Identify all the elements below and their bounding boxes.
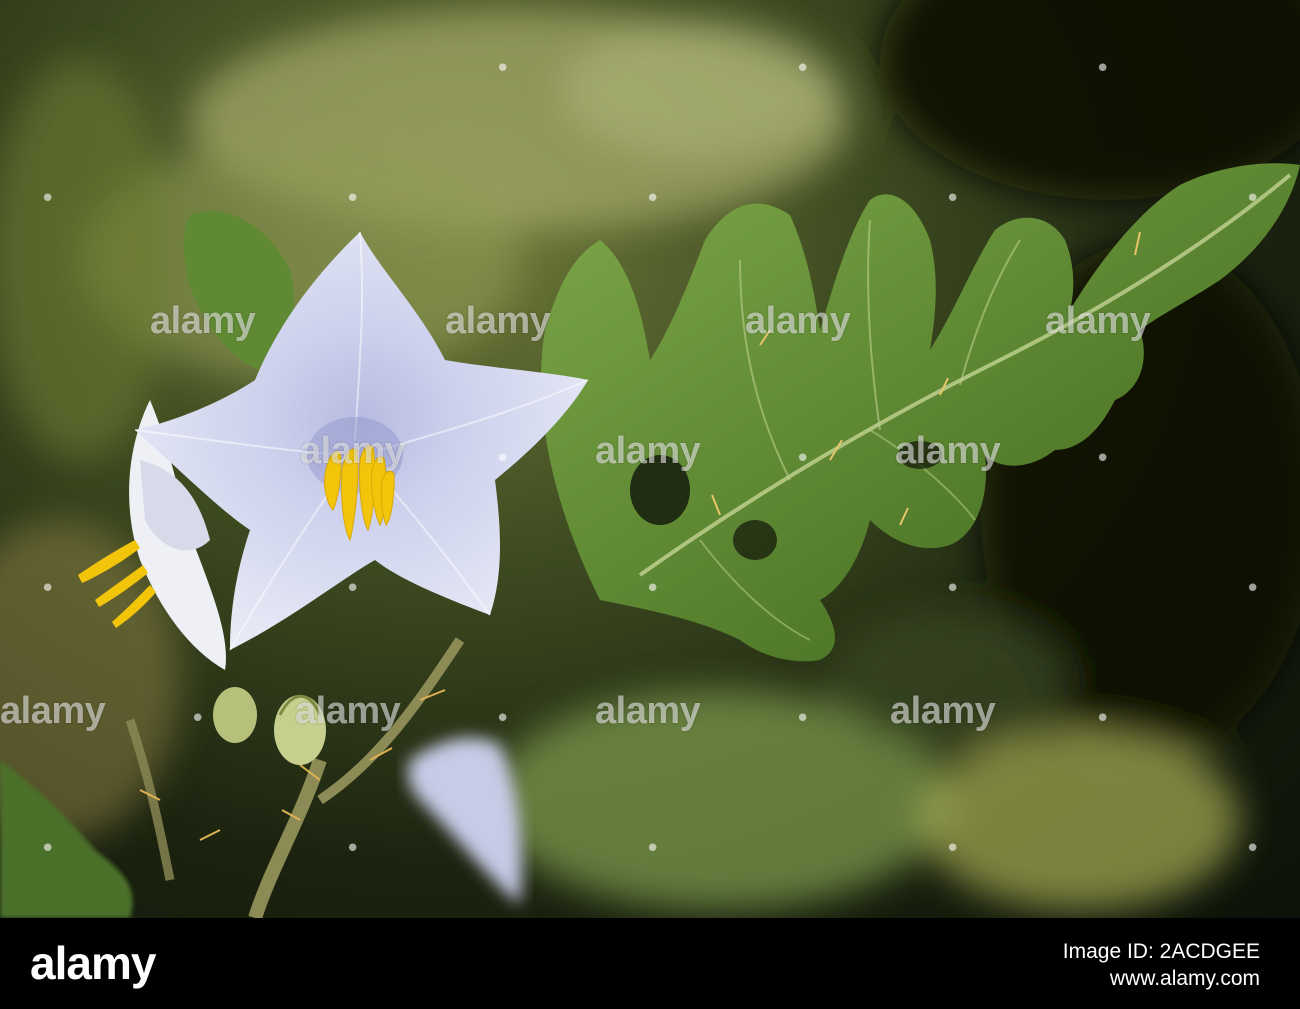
- watermark-dot: •: [345, 834, 361, 864]
- watermark-dot: •: [795, 704, 811, 734]
- footer-logo: alamy: [30, 937, 156, 989]
- watermark-dot: •: [945, 574, 961, 604]
- watermark-text: alamy: [295, 690, 401, 732]
- watermark-text: alamy: [1045, 300, 1151, 342]
- footer-image-info: Image ID: 2ACDGEE www.alamy.com: [1063, 938, 1260, 992]
- watermark-dot: •: [1245, 574, 1261, 604]
- watermark-dot: •: [1245, 834, 1261, 864]
- watermark-dot: •: [1095, 54, 1111, 84]
- watermark-dot: •: [495, 54, 511, 84]
- watermark-text: alamy: [150, 300, 256, 342]
- watermark-dot: •: [40, 184, 56, 214]
- watermark-dot: •: [40, 834, 56, 864]
- watermark-dot: •: [945, 834, 961, 864]
- watermark-dot: •: [495, 444, 511, 474]
- watermark-dot: •: [495, 704, 511, 734]
- watermark-dot: •: [345, 184, 361, 214]
- watermark-text: alamy: [300, 430, 406, 472]
- watermark-text: alamy: [895, 430, 1001, 472]
- watermark-dot: •: [795, 54, 811, 84]
- site-url: www.alamy.com: [1109, 967, 1260, 990]
- watermark-dot: •: [645, 574, 661, 604]
- watermark-text: alamy: [595, 690, 701, 732]
- watermark-dot: •: [645, 184, 661, 214]
- watermark-text: alamy: [890, 690, 996, 732]
- watermark-dot: •: [795, 444, 811, 474]
- watermark-text: alamy: [445, 300, 551, 342]
- watermark-dot: •: [945, 184, 961, 214]
- footer-bar: alamy Image ID: 2ACDGEE www.alamy.com: [0, 918, 1300, 1009]
- watermark-dot: •: [190, 704, 206, 734]
- watermark-dot: •: [1095, 444, 1111, 474]
- watermark-dot: •: [345, 574, 361, 604]
- watermark-dot: •: [645, 834, 661, 864]
- photo: • • • • • • • • alamy alamy alamy alamy …: [0, 0, 1300, 918]
- watermark-dot: •: [40, 574, 56, 604]
- watermark-dot: •: [1245, 184, 1261, 214]
- watermark-dot: •: [1095, 704, 1111, 734]
- watermark-text: alamy: [745, 300, 851, 342]
- watermark-text: alamy: [0, 690, 106, 732]
- watermark-text: alamy: [595, 430, 701, 472]
- lower-blurred-flower: [408, 737, 522, 905]
- image-id-label: Image ID: 2ACDGEE: [1062, 940, 1260, 963]
